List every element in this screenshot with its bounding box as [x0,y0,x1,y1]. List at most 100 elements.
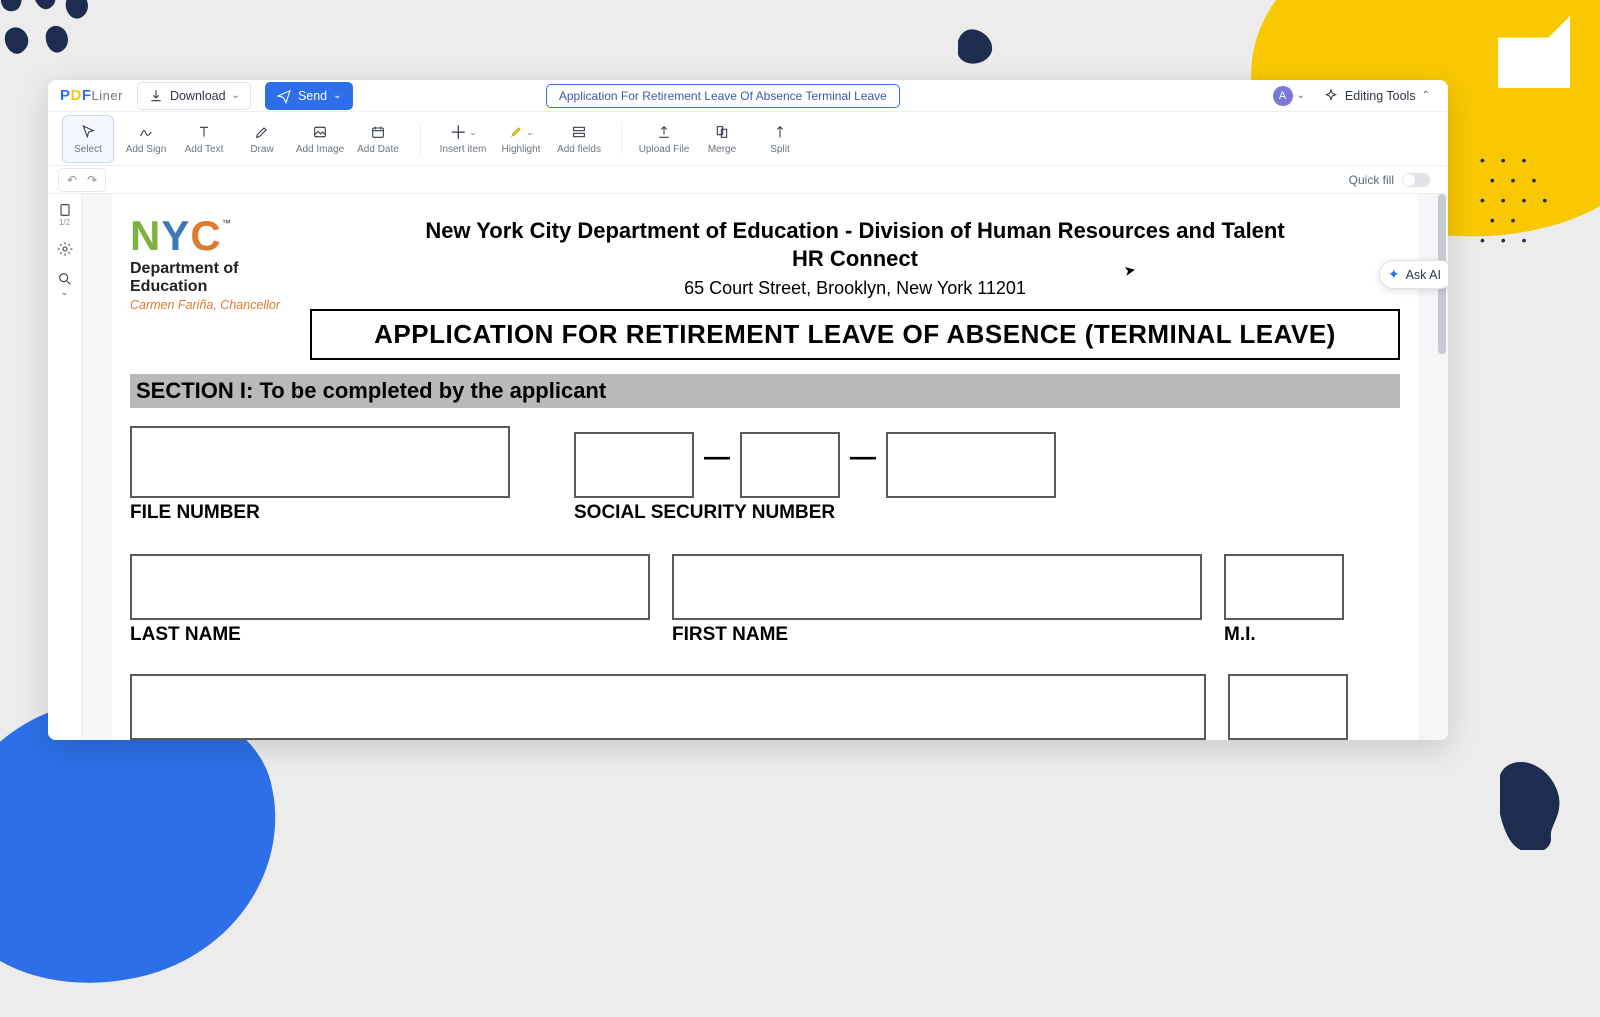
editing-tools-button[interactable]: Editing Tools ⌃ [1317,84,1436,108]
merge-label: Merge [708,144,736,155]
file-number-label: FILE NUMBER [130,502,510,524]
quick-fill-toggle[interactable]: Quick fill [1349,173,1438,187]
add-fields-tool[interactable]: Add fields [553,115,605,163]
send-label: Send [298,89,327,103]
draw-tool[interactable]: Draw [236,115,288,163]
logo-line1: Department of [130,260,290,278]
add-sign-tool[interactable]: Add Sign [120,115,172,163]
section-1-header: SECTION I: To be completed by the applic… [130,374,1400,408]
decor-dots: • • • • • •• • • • • •• • • [1480,150,1570,270]
toggle-icon [1402,173,1430,187]
add-image-tool[interactable]: Add Image [294,115,346,163]
subbar: ↶ ↷ Quick fill [48,166,1448,194]
split-label: Split [770,144,789,155]
user-menu[interactable]: A ⌄ [1273,86,1305,106]
last-name-label: LAST NAME [130,624,650,646]
ssn-group: — — SOCIAL SECURITY NUMBER [574,432,1056,524]
add-date-label: Add Date [357,144,399,155]
highlight-label: Highlight [502,144,541,155]
highlight-tool[interactable]: ⌄ Highlight [495,115,547,163]
avatar: A [1273,86,1293,106]
add-fields-label: Add fields [557,144,601,155]
street-address-field[interactable] [130,674,1206,740]
decor-navy-top-left [0,0,114,76]
zoom-button[interactable]: ⌄ [57,271,73,298]
chevron-up-icon: ⌃ [1422,90,1430,101]
decor-navy-splatter [958,28,1000,66]
calendar-icon [370,122,386,142]
first-name-group: FIRST NAME [672,554,1202,646]
quick-fill-label: Quick fill [1349,173,1394,187]
left-side-tools: 1/2 ⌄ [48,194,82,740]
insert-item-tool[interactable]: ＋⌄ Insert item [437,115,489,163]
select-label: Select [74,144,102,155]
draw-label: Draw [250,144,273,155]
last-name-field[interactable] [130,554,650,620]
fields-icon [571,122,587,142]
dash: — [704,441,730,472]
document-title-pill[interactable]: Application For Retirement Leave Of Abse… [546,84,900,108]
row-file-ssn: FILE NUMBER — — SOCIAL SECURITY NUMBER [130,426,1400,524]
doc-title2: HR Connect [310,246,1400,272]
merge-icon [714,122,730,142]
page-icon [57,202,73,218]
add-date-tool[interactable]: Add Date [352,115,404,163]
select-tool[interactable]: Select [62,115,114,163]
sparkle-icon [1323,88,1339,104]
split-tool[interactable]: Split [754,115,806,163]
workarea: 1/2 ⌄ ➤ ✦ Ask AI NYC™ [48,194,1448,740]
toolbar-separator [420,123,421,155]
insert-item-label: Insert item [440,144,487,155]
chevron-down-icon: ⌄ [60,287,68,298]
doc-title1: New York City Department of Education - … [310,218,1400,244]
ask-ai-button[interactable]: ✦ Ask AI [1379,260,1448,289]
first-name-label: FIRST NAME [672,624,1202,646]
last-name-group: LAST NAME [130,554,650,646]
pages-panel-button[interactable]: 1/2 [57,202,73,227]
ask-ai-label: Ask AI [1406,268,1441,282]
send-icon [276,88,292,104]
mouse-cursor-icon: ➤ [1123,261,1138,280]
form-title-box: APPLICATION FOR RETIREMENT LEAVE OF ABSE… [310,309,1400,360]
logo-line2: Education [130,278,290,296]
download-icon [148,88,164,104]
topbar: PDFLiner Download ⌄ Send ⌄ Application F… [48,80,1448,112]
plus-icon: ＋⌄ [449,122,477,142]
redo-button[interactable]: ↷ [83,171,101,189]
street-address-group: STREET ADDRESS [130,674,1206,740]
signature-icon [138,122,154,142]
pdf-editor-app: PDFLiner Download ⌄ Send ⌄ Application F… [48,80,1448,740]
settings-button[interactable] [57,241,73,257]
mi-field[interactable] [1224,554,1344,620]
download-button[interactable]: Download ⌄ [137,82,251,110]
apt-field[interactable] [1228,674,1348,740]
zoom-icon [57,271,73,287]
chevron-down-icon: ⌄ [333,90,341,101]
nyc-doe-logo: NYC™ Department of Education Carmen Fari… [130,218,290,360]
document-title-block: New York City Department of Education - … [310,218,1400,360]
doc-address: 65 Court Street, Brooklyn, New York 1120… [310,278,1400,299]
undo-button[interactable]: ↶ [63,171,81,189]
logo-chancellor: Carmen Fariña, Chancellor [130,298,290,312]
add-sign-label: Add Sign [126,144,167,155]
ssn-field-3[interactable] [886,432,1056,498]
mi-group: M.I. [1224,554,1344,646]
file-number-group: FILE NUMBER [130,426,510,524]
file-number-field[interactable] [130,426,510,498]
chevron-down-icon: ⌄ [1297,90,1305,101]
upload-file-tool[interactable]: Upload File [638,115,690,163]
dash: — [850,441,876,472]
ssn-field-2[interactable] [740,432,840,498]
add-image-label: Add Image [296,144,344,155]
page-indicator: 1/2 [59,218,70,227]
add-text-tool[interactable]: Add Text [178,115,230,163]
canvas[interactable]: ➤ ✦ Ask AI NYC™ Department of Education … [82,194,1448,740]
topbar-right: A ⌄ Editing Tools ⌃ [1273,84,1436,108]
merge-tool[interactable]: Merge [696,115,748,163]
ssn-field-1[interactable] [574,432,694,498]
pencil-icon [254,122,270,142]
send-button[interactable]: Send ⌄ [265,82,353,110]
toolbar: Select Add Sign Add Text Draw Add Image … [48,112,1448,166]
first-name-field[interactable] [672,554,1202,620]
gear-icon [57,241,73,257]
